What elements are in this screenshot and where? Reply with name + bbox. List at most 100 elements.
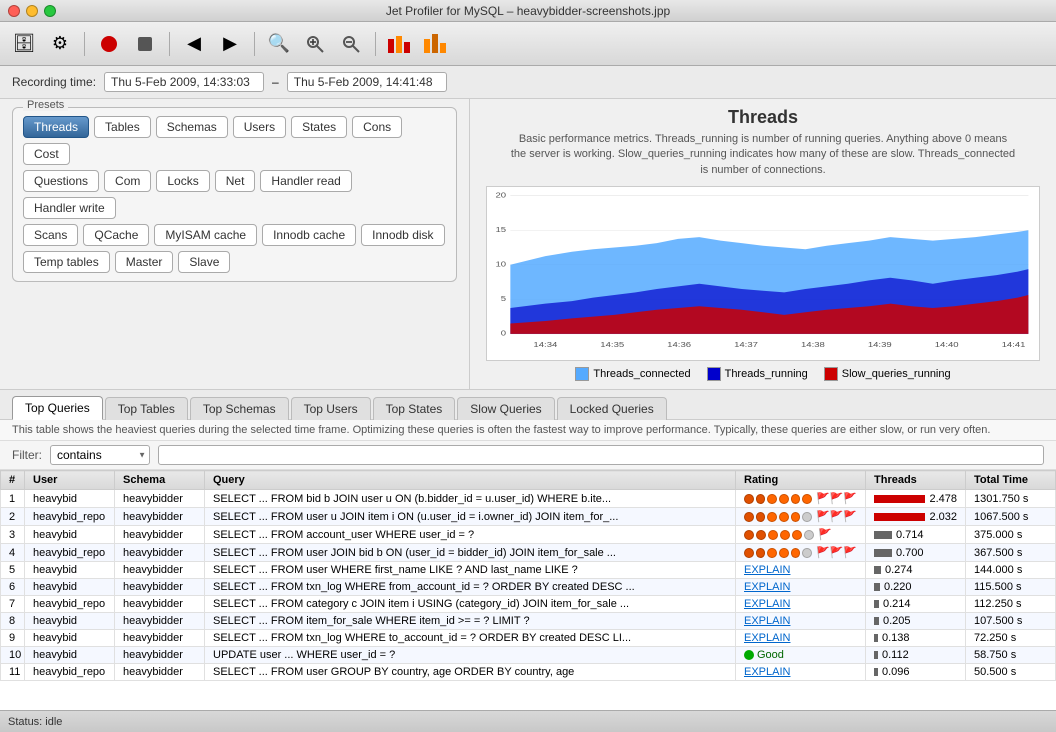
stop-button[interactable] (129, 28, 161, 60)
col-header-rating: Rating (736, 471, 866, 490)
explain-link[interactable]: EXPLAIN (744, 632, 790, 644)
cell-rating[interactable]: EXPLAIN (736, 630, 866, 647)
explain-link[interactable]: EXPLAIN (744, 581, 790, 593)
table-scroll[interactable]: # User Schema Query Rating Threads Total… (0, 470, 1056, 710)
preset-scans[interactable]: Scans (23, 224, 78, 246)
table-row[interactable]: 5heavybidheavybidderSELECT ... FROM user… (1, 562, 1056, 579)
preset-locks[interactable]: Locks (156, 170, 209, 192)
cell-total-time: 144.000 s (966, 562, 1056, 579)
zoom-in-button[interactable]: 🔍 (263, 28, 295, 60)
cell-user: heavybid (25, 579, 115, 596)
tab-top-tables[interactable]: Top Tables (105, 397, 188, 420)
preset-users[interactable]: Users (233, 116, 286, 138)
toolbar: 🗄 ⚙ ◀ ▶ 🔍 (0, 22, 1056, 66)
presets-label: Presets (23, 99, 68, 111)
titlebar: Jet Profiler for MySQL – heavybidder-scr… (0, 0, 1056, 22)
cell-num: 8 (1, 613, 25, 630)
cell-rating[interactable]: EXPLAIN (736, 664, 866, 681)
cell-threads: 0.205 (866, 613, 966, 630)
preset-innodb-disk[interactable]: Innodb disk (361, 224, 444, 246)
preset-innodb-cache[interactable]: Innodb cache (262, 224, 356, 246)
preset-master[interactable]: Master (115, 251, 174, 273)
preset-tables[interactable]: Tables (94, 116, 151, 138)
filter-select[interactable]: contains starts with ends with equals (50, 445, 150, 465)
table-row[interactable]: 4heavybid_repoheavybidderSELECT ... FROM… (1, 544, 1056, 562)
preset-slave[interactable]: Slave (178, 251, 230, 273)
filter-select-wrap[interactable]: contains starts with ends with equals (50, 445, 150, 465)
cell-query: SELECT ... FROM user GROUP BY country, a… (205, 664, 736, 681)
tab-top-states[interactable]: Top States (373, 397, 456, 420)
preset-temp-tables[interactable]: Temp tables (23, 251, 110, 273)
chart-area: 20 15 10 5 0 14:34 14:35 14:36 14:37 (486, 186, 1040, 361)
cell-query: SELECT ... FROM user JOIN bid b ON (user… (205, 544, 736, 562)
preset-com[interactable]: Com (104, 170, 151, 192)
table-row[interactable]: 10heavybidheavybidderUPDATE user ... WHE… (1, 647, 1056, 664)
table-row[interactable]: 2heavybid_repoheavybidderSELECT ... FROM… (1, 508, 1056, 526)
cell-total-time: 1067.500 s (966, 508, 1056, 526)
zoom-select-button[interactable] (299, 28, 331, 60)
minimize-button[interactable] (26, 5, 38, 17)
status-text: Status: idle (8, 716, 62, 728)
chart1-button[interactable] (384, 28, 416, 60)
cell-threads: 2.032 (866, 508, 966, 526)
preset-questions[interactable]: Questions (23, 170, 99, 192)
cell-threads: 0.714 (866, 526, 966, 544)
tab-locked-queries[interactable]: Locked Queries (557, 397, 667, 420)
table-row[interactable]: 1heavybidheavybidderSELECT ... FROM bid … (1, 490, 1056, 508)
cell-num: 2 (1, 508, 25, 526)
explain-link[interactable]: EXPLAIN (744, 598, 790, 610)
left-panel: Presets Threads Tables Schemas Users Sta… (0, 99, 470, 389)
chart-title: Threads (486, 107, 1040, 128)
cell-user: heavybid (25, 526, 115, 544)
cell-rating[interactable]: EXPLAIN (736, 562, 866, 579)
cell-rating[interactable]: EXPLAIN (736, 596, 866, 613)
table-section: This table shows the heaviest queries du… (0, 420, 1056, 710)
zoom-out-button[interactable] (335, 28, 367, 60)
tab-slow-queries[interactable]: Slow Queries (457, 397, 554, 420)
table-row[interactable]: 6heavybidheavybidderSELECT ... FROM txn_… (1, 579, 1056, 596)
preset-schemas[interactable]: Schemas (156, 116, 228, 138)
cell-user: heavybid_repo (25, 596, 115, 613)
recording-end[interactable]: Thu 5-Feb 2009, 14:41:48 (287, 72, 447, 92)
cell-num: 11 (1, 664, 25, 681)
table-row[interactable]: 9heavybidheavybidderSELECT ... FROM txn_… (1, 630, 1056, 647)
forward-button[interactable]: ▶ (214, 28, 246, 60)
preset-handler-read[interactable]: Handler read (260, 170, 351, 192)
cell-query: SELECT ... FROM user u JOIN item i ON (u… (205, 508, 736, 526)
preset-handler-write[interactable]: Handler write (23, 197, 116, 219)
table-row[interactable]: 8heavybidheavybidderSELECT ... FROM item… (1, 613, 1056, 630)
database-icon[interactable]: 🗄 (8, 28, 40, 60)
tab-top-schemas[interactable]: Top Schemas (190, 397, 289, 420)
cell-rating: 🚩🚩🚩 (736, 490, 866, 508)
cell-rating[interactable]: EXPLAIN (736, 613, 866, 630)
legend-connected: Threads_connected (575, 367, 690, 381)
table-row[interactable]: 3heavybidheavybidderSELECT ... FROM acco… (1, 526, 1056, 544)
tab-top-queries[interactable]: Top Queries (12, 396, 103, 420)
settings-icon[interactable]: ⚙ (44, 28, 76, 60)
preset-qcache[interactable]: QCache (83, 224, 149, 246)
back-button[interactable]: ◀ (178, 28, 210, 60)
table-row[interactable]: 11heavybid_repoheavybidderSELECT ... FRO… (1, 664, 1056, 681)
preset-myisam-cache[interactable]: MyISAM cache (154, 224, 257, 246)
cell-schema: heavybidder (115, 544, 205, 562)
cell-rating[interactable]: EXPLAIN (736, 579, 866, 596)
explain-link[interactable]: EXPLAIN (744, 564, 790, 576)
preset-threads[interactable]: Threads (23, 116, 89, 138)
tab-top-users[interactable]: Top Users (291, 397, 371, 420)
explain-link[interactable]: EXPLAIN (744, 615, 790, 627)
maximize-button[interactable] (44, 5, 56, 17)
table-row[interactable]: 7heavybid_repoheavybidderSELECT ... FROM… (1, 596, 1056, 613)
record-button[interactable] (93, 28, 125, 60)
chart-subtitle: Basic performance metrics. Threads_runni… (486, 132, 1040, 178)
chart2-button[interactable] (420, 28, 452, 60)
explain-link[interactable]: EXPLAIN (744, 666, 790, 678)
filter-input[interactable] (158, 445, 1044, 465)
preset-net[interactable]: Net (215, 170, 256, 192)
close-button[interactable] (8, 5, 20, 17)
preset-states[interactable]: States (291, 116, 347, 138)
preset-cons[interactable]: Cons (352, 116, 402, 138)
cell-rating[interactable]: Good (736, 647, 866, 664)
preset-cost[interactable]: Cost (23, 143, 70, 165)
recording-start[interactable]: Thu 5-Feb 2009, 14:33:03 (104, 72, 264, 92)
cell-rating: 🚩🚩🚩 (736, 508, 866, 526)
